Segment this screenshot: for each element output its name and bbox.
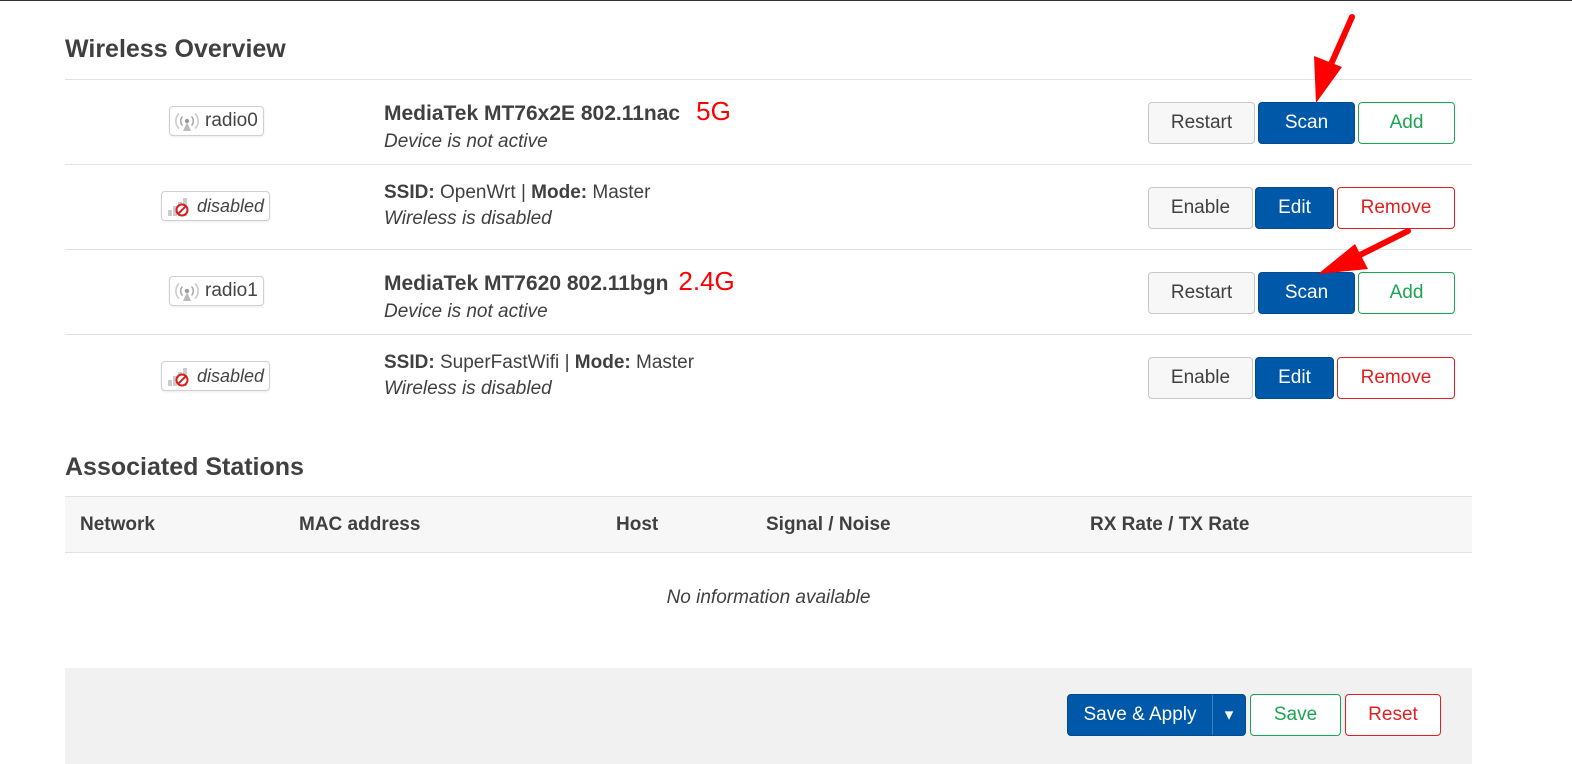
device-info-radio1: MediaTek MT7620 802.11bgn 2.4G Device is…	[384, 266, 735, 323]
device-row-radio0: radio0 MediaTek MT76x2E 802.11nac 5G Dev…	[65, 79, 1472, 164]
column-header-host: Host	[616, 514, 659, 535]
ssid-value: SuperFastWifi	[439, 352, 560, 373]
device-badge-radio1: radio1	[169, 276, 264, 306]
table-empty-row: No information available	[65, 553, 1472, 670]
restart-button[interactable]: Restart	[1148, 102, 1255, 144]
mode-value: Master	[636, 352, 695, 373]
scan-button[interactable]: Scan	[1258, 272, 1355, 314]
device-info-radio0: MediaTek MT76x2E 802.11nac 5G Device is …	[384, 96, 731, 153]
device-badge-label: radio1	[205, 280, 258, 301]
table-header: Network MAC address Host Signal / Noise …	[65, 496, 1472, 553]
device-row-radio1: radio1 MediaTek MT7620 802.11bgn 2.4G De…	[65, 249, 1472, 334]
network-status: Wireless is disabled	[384, 208, 552, 229]
mode-label: Mode:	[574, 352, 631, 373]
device-name: MediaTek MT7620 802.11bgn	[384, 272, 669, 295]
network-row-radio1: disabled SSID: SuperFastWifi | Mode: Mas…	[65, 334, 1472, 419]
save-apply-split-button: Save & Apply ▾	[1067, 694, 1246, 736]
mode-value: Master	[592, 182, 651, 203]
network-badge-label: disabled	[197, 195, 265, 216]
network-status: Wireless is disabled	[384, 378, 552, 399]
signal-disabled-icon	[166, 195, 192, 217]
network-badge-disabled: disabled	[161, 191, 271, 221]
wifi-signal-icon	[174, 110, 200, 132]
separator: |	[564, 352, 570, 373]
save-button[interactable]: Save	[1250, 694, 1341, 736]
remove-button[interactable]: Remove	[1337, 187, 1455, 229]
wireless-overview-table: radio0 MediaTek MT76x2E 802.11nac 5G Dev…	[65, 79, 1472, 419]
restart-button[interactable]: Restart	[1148, 272, 1255, 314]
ssid-label: SSID:	[384, 352, 435, 373]
reset-button[interactable]: Reset	[1345, 694, 1441, 736]
ssid-label: SSID:	[384, 182, 435, 203]
associated-stations-table: Network MAC address Host Signal / Noise …	[65, 496, 1472, 670]
save-apply-button[interactable]: Save & Apply	[1068, 695, 1212, 735]
column-header-network: Network	[80, 514, 155, 535]
device-badge-radio0: radio0	[169, 106, 264, 136]
page-actions-footer: Save & Apply ▾ Save Reset	[65, 668, 1472, 764]
add-button[interactable]: Add	[1358, 102, 1455, 144]
network-info-radio0: SSID: OpenWrt | Mode: Master Wireless is…	[384, 182, 650, 230]
scan-button[interactable]: Scan	[1258, 102, 1355, 144]
edit-button[interactable]: Edit	[1255, 357, 1334, 399]
wireless-overview-title: Wireless Overview	[65, 35, 286, 63]
separator: |	[520, 182, 526, 203]
edit-button[interactable]: Edit	[1255, 187, 1334, 229]
remove-button[interactable]: Remove	[1337, 357, 1455, 399]
device-status: Device is not active	[384, 131, 548, 152]
associated-stations-title: Associated Stations	[65, 453, 304, 481]
band-annotation: 2.4G	[678, 266, 735, 296]
enable-button[interactable]: Enable	[1148, 187, 1253, 229]
network-badge-label: disabled	[197, 365, 265, 386]
ssid-value: OpenWrt	[439, 182, 516, 203]
device-status: Device is not active	[384, 301, 548, 322]
add-button[interactable]: Add	[1358, 272, 1455, 314]
column-header-rx-tx-rate: RX Rate / TX Rate	[1090, 514, 1250, 535]
network-badge-disabled: disabled	[161, 361, 271, 391]
network-row-radio0: disabled SSID: OpenWrt | Mode: Master Wi…	[65, 164, 1472, 249]
wifi-signal-icon	[174, 280, 200, 302]
chevron-down-icon[interactable]: ▾	[1212, 695, 1245, 735]
signal-disabled-icon	[166, 365, 192, 387]
mode-label: Mode:	[531, 182, 588, 203]
empty-message: No information available	[666, 587, 871, 608]
band-annotation: 5G	[696, 96, 731, 126]
device-badge-label: radio0	[205, 110, 258, 131]
enable-button[interactable]: Enable	[1148, 357, 1253, 399]
network-info-radio1: SSID: SuperFastWifi | Mode: Master Wirel…	[384, 352, 694, 400]
column-header-mac: MAC address	[299, 514, 421, 535]
column-header-signal-noise: Signal / Noise	[766, 514, 891, 535]
device-name: MediaTek MT76x2E 802.11nac	[384, 102, 681, 125]
